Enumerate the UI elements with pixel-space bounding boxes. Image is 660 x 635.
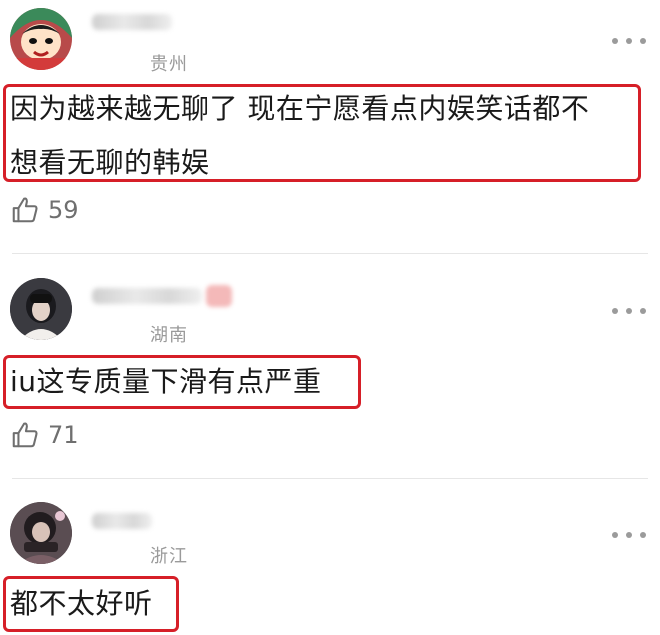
avatar[interactable]	[10, 502, 72, 564]
location-label: 贵州	[150, 54, 188, 75]
location-label: 湖南	[150, 325, 188, 346]
location-label: 浙江	[150, 546, 188, 567]
username-blurred	[92, 288, 202, 304]
avatar[interactable]	[10, 278, 72, 340]
username-blurred	[92, 513, 152, 529]
more-icon[interactable]	[612, 306, 646, 316]
like-button[interactable]: 71	[10, 419, 79, 451]
more-icon[interactable]	[612, 36, 646, 46]
thumbs-up-icon	[12, 422, 38, 448]
divider	[12, 478, 648, 479]
comment-text: iu这专质量下滑有点严重	[10, 365, 322, 398]
more-icon[interactable]	[612, 530, 646, 540]
photo-avatar-icon	[10, 502, 72, 564]
avatar[interactable]	[10, 8, 72, 70]
like-count: 59	[48, 196, 79, 224]
thumbs-up-icon	[12, 197, 38, 223]
comment-item: 湖南 iu这专质量下滑有点严重 71	[0, 255, 660, 479]
badge-blurred	[206, 285, 232, 307]
comment-text: 因为越来越无聊了 现在宁愿看点内娱笑话都不 想看无聊的韩娱	[10, 92, 590, 179]
cartoon-avatar-icon	[10, 8, 72, 70]
comment-list: 贵州 因为越来越无聊了 现在宁愿看点内娱笑话都不 想看无聊的韩娱 59 湖南 i…	[0, 0, 660, 635]
divider	[12, 253, 648, 254]
comment-item: 贵州 因为越来越无聊了 现在宁愿看点内娱笑话都不 想看无聊的韩娱 59	[0, 0, 660, 254]
like-button[interactable]: 59	[10, 194, 79, 226]
photo-avatar-icon	[10, 278, 72, 340]
comment-text: 都不太好听	[10, 587, 153, 620]
like-count: 71	[48, 421, 79, 449]
comment-item: 浙江 都不太好听	[0, 480, 660, 635]
username-blurred	[92, 14, 172, 30]
